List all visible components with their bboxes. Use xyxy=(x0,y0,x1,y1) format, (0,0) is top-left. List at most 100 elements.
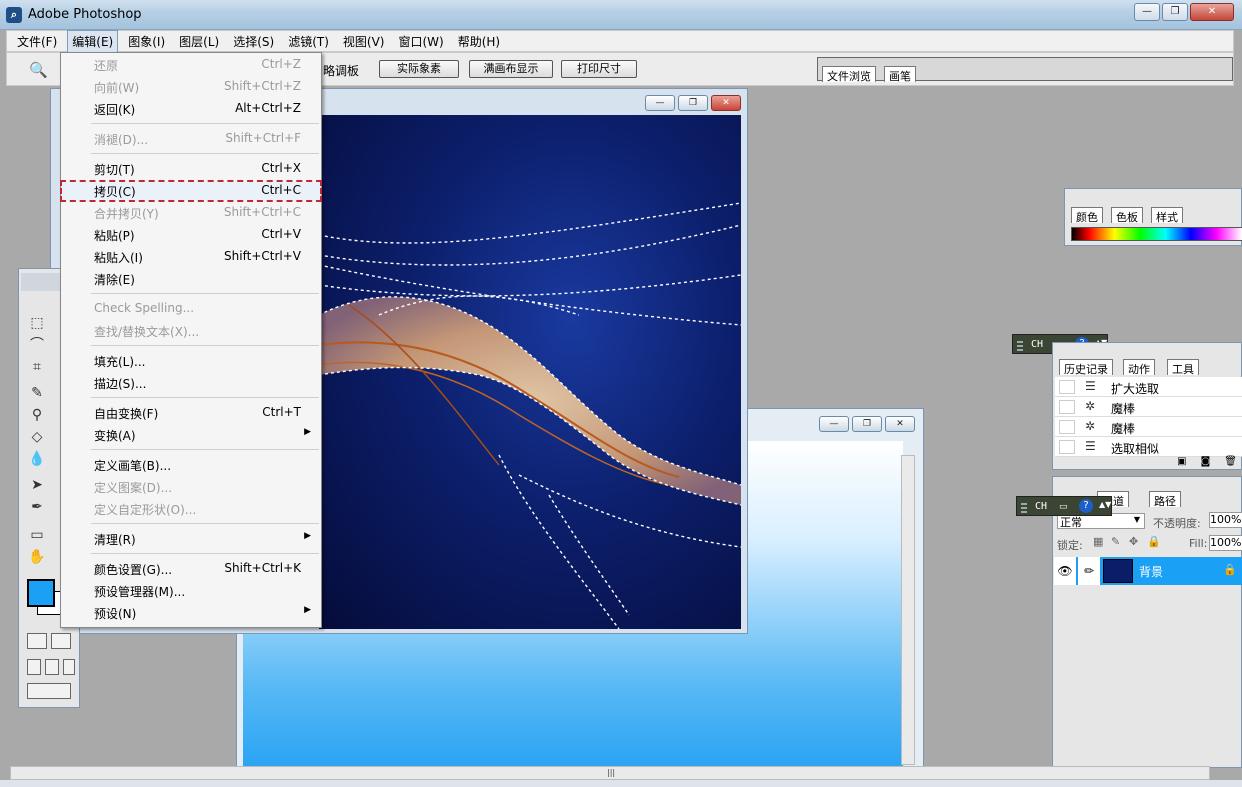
scrollbar-grip-icon[interactable]: ||| xyxy=(607,768,615,777)
crop-tool-icon[interactable]: ⌗ xyxy=(27,357,47,377)
doc2-restore-button[interactable]: ❐ xyxy=(852,416,882,432)
menu-view[interactable]: 视图(V) xyxy=(339,31,389,52)
fit-on-screen-button[interactable]: 满画布显示 xyxy=(469,60,553,78)
menu-item-purge[interactable]: 清理(R) ▶ xyxy=(61,529,321,549)
help-icon[interactable]: ? xyxy=(1079,499,1093,513)
tab-brushes[interactable]: 画笔 xyxy=(884,66,916,83)
history-state-row[interactable]: ✲ 魔棒 xyxy=(1055,397,1242,417)
menu-item-define-custom-shape[interactable]: 定义自定形状(O)... xyxy=(61,499,321,519)
workspace-horizontal-scrollbar[interactable]: ||| xyxy=(10,766,1210,780)
history-state-row[interactable]: ✲ 魔棒 xyxy=(1055,417,1242,437)
menu-item-define-pattern[interactable]: 定义图案(D)... xyxy=(61,477,321,497)
tab-color[interactable]: 颜色 xyxy=(1071,207,1103,224)
lock-transparency-icon[interactable]: ▦ xyxy=(1093,535,1103,548)
clone-stamp-icon[interactable]: ⚲ xyxy=(27,405,47,425)
tab-swatches[interactable]: 色板 xyxy=(1111,207,1143,224)
language-bar[interactable]: CH ▭ ? ▲▼ xyxy=(1016,496,1112,516)
tab-paths[interactable]: 路径 xyxy=(1149,491,1181,508)
menu-item-fade[interactable]: 消褪(D)... Shift+Ctrl+F xyxy=(61,129,321,149)
tools-panel-header[interactable] xyxy=(21,273,61,291)
menu-item-find-replace[interactable]: 查找/替换文本(X)... xyxy=(61,321,321,341)
standard-mode-button[interactable] xyxy=(27,633,47,649)
menu-item-clear[interactable]: 清除(E) xyxy=(61,269,321,289)
menu-help[interactable]: 帮助(H) xyxy=(454,31,504,52)
jump-to-imageready-button[interactable] xyxy=(27,683,71,699)
tab-actions[interactable]: 动作 xyxy=(1123,359,1155,376)
grip-icon[interactable] xyxy=(1021,501,1027,513)
restore-button[interactable]: ❐ xyxy=(1162,3,1188,21)
history-brush-checkbox[interactable] xyxy=(1059,380,1075,394)
notes-tool-icon[interactable]: ▭ xyxy=(27,525,47,545)
menu-edit[interactable]: 编辑(E) xyxy=(67,29,119,53)
print-size-button[interactable]: 打印尺寸 xyxy=(561,60,637,78)
history-brush-checkbox[interactable] xyxy=(1059,400,1075,414)
menu-item-fill[interactable]: 填充(L)... xyxy=(61,351,321,371)
menu-image[interactable]: 图象(I) xyxy=(124,31,169,52)
lasso-tool-icon[interactable]: ⌒ xyxy=(27,335,47,355)
menu-item-free-transform[interactable]: 自由变换(F) Ctrl+T xyxy=(61,403,321,423)
actual-pixels-button[interactable]: 实际象素 xyxy=(379,60,459,78)
menu-item-copy-merged[interactable]: 合并拷贝(Y) Shift+Ctrl+C xyxy=(61,203,321,223)
hand-tool-icon[interactable]: ✋ xyxy=(27,547,47,567)
pen-tool-icon[interactable]: ✒ xyxy=(27,497,47,517)
grip-icon[interactable] xyxy=(1017,339,1023,351)
fill-input[interactable]: 100% xyxy=(1209,535,1242,551)
menu-item-preferences[interactable]: 预设(N) ▶ xyxy=(61,603,321,623)
tab-styles[interactable]: 样式 xyxy=(1151,207,1183,224)
options-arrow-icon[interactable]: ▲▼ xyxy=(1099,500,1111,509)
menu-item-define-brush[interactable]: 定义画笔(B)... xyxy=(61,455,321,475)
menu-filter[interactable]: 滤镜(T) xyxy=(284,31,333,52)
menu-item-transform[interactable]: 变换(A) ▶ xyxy=(61,425,321,445)
menu-item-cut[interactable]: 剪切(T) Ctrl+X xyxy=(61,159,321,179)
menu-item-paste[interactable]: 粘贴(P) Ctrl+V xyxy=(61,225,321,245)
menu-window[interactable]: 窗口(W) xyxy=(394,31,447,52)
trash-icon[interactable]: 🗑 xyxy=(1224,456,1237,467)
eye-icon[interactable]: 👁 xyxy=(1054,557,1076,585)
menu-item-step-backward[interactable]: 返回(K) Alt+Ctrl+Z xyxy=(61,99,321,119)
close-button[interactable]: ✕ xyxy=(1190,3,1234,21)
doc1-minimize-button[interactable]: — xyxy=(645,95,675,111)
color-spectrum-bar[interactable] xyxy=(1071,227,1242,241)
foreground-color-swatch[interactable] xyxy=(27,579,55,607)
doc2-minimize-button[interactable]: — xyxy=(819,416,849,432)
menu-select[interactable]: 选择(S) xyxy=(229,31,278,52)
doc2-close-button[interactable]: ✕ xyxy=(885,416,915,432)
tab-history[interactable]: 历史记录 xyxy=(1059,359,1113,376)
menu-item-paste-into[interactable]: 粘贴入(I) Shift+Ctrl+V xyxy=(61,247,321,267)
menu-layer[interactable]: 图层(L) xyxy=(175,31,223,52)
blur-tool-icon[interactable]: 💧 xyxy=(27,449,47,469)
jellyfish-canvas[interactable] xyxy=(319,115,741,629)
tab-tool-presets[interactable]: 工具 xyxy=(1167,359,1199,376)
screen-mode-full-menu-button[interactable] xyxy=(45,659,59,675)
screen-mode-full-button[interactable] xyxy=(63,659,75,675)
history-brush-checkbox[interactable] xyxy=(1059,440,1075,454)
menu-item-stroke[interactable]: 描边(S)... xyxy=(61,373,321,393)
eraser-tool-icon[interactable]: ◇ xyxy=(27,427,47,447)
menu-item-preset-manager[interactable]: 预设管理器(M)... xyxy=(61,581,321,601)
keyboard-icon[interactable]: ▭ xyxy=(1059,502,1068,512)
doc2-vertical-scrollbar[interactable] xyxy=(901,455,915,765)
healing-brush-icon[interactable]: ✎ xyxy=(27,383,47,403)
menu-item-undo[interactable]: 还原 Ctrl+Z xyxy=(61,55,321,75)
menu-item-check-spelling[interactable]: Check Spelling... xyxy=(61,299,321,319)
layer-row-background[interactable]: 👁 ✏ 背景 🔒 xyxy=(1054,557,1242,585)
opacity-input[interactable]: 100% xyxy=(1209,512,1242,528)
lock-image-icon[interactable]: ✎ xyxy=(1111,535,1120,548)
minimize-button[interactable]: — xyxy=(1134,3,1160,21)
doc1-close-button[interactable]: ✕ xyxy=(711,95,741,111)
tab-file-browser[interactable]: 文件浏览 xyxy=(822,66,876,83)
menu-file[interactable]: 文件(F) xyxy=(13,31,61,52)
menu-item-copy[interactable]: 拷贝(C) Ctrl+C xyxy=(60,180,322,202)
brush-icon[interactable]: ✏ xyxy=(1078,557,1100,585)
zoom-tool-icon[interactable]: 🔍 xyxy=(29,61,48,79)
doc1-restore-button[interactable]: ❐ xyxy=(678,95,708,111)
history-state-row[interactable]: ☰ 扩大选取 xyxy=(1055,377,1242,397)
quick-mask-button[interactable] xyxy=(51,633,71,649)
new-document-from-state-icon[interactable]: ▣ xyxy=(1177,456,1186,467)
menu-item-color-settings[interactable]: 颜色设置(G)... Shift+Ctrl+K xyxy=(61,559,321,579)
lock-all-icon[interactable]: 🔒 xyxy=(1147,535,1161,548)
path-selection-icon[interactable]: ➤ xyxy=(27,475,47,495)
screen-mode-standard-button[interactable] xyxy=(27,659,41,675)
menu-item-step-forward[interactable]: 向前(W) Shift+Ctrl+Z xyxy=(61,77,321,97)
lock-position-icon[interactable]: ✥ xyxy=(1129,535,1138,548)
